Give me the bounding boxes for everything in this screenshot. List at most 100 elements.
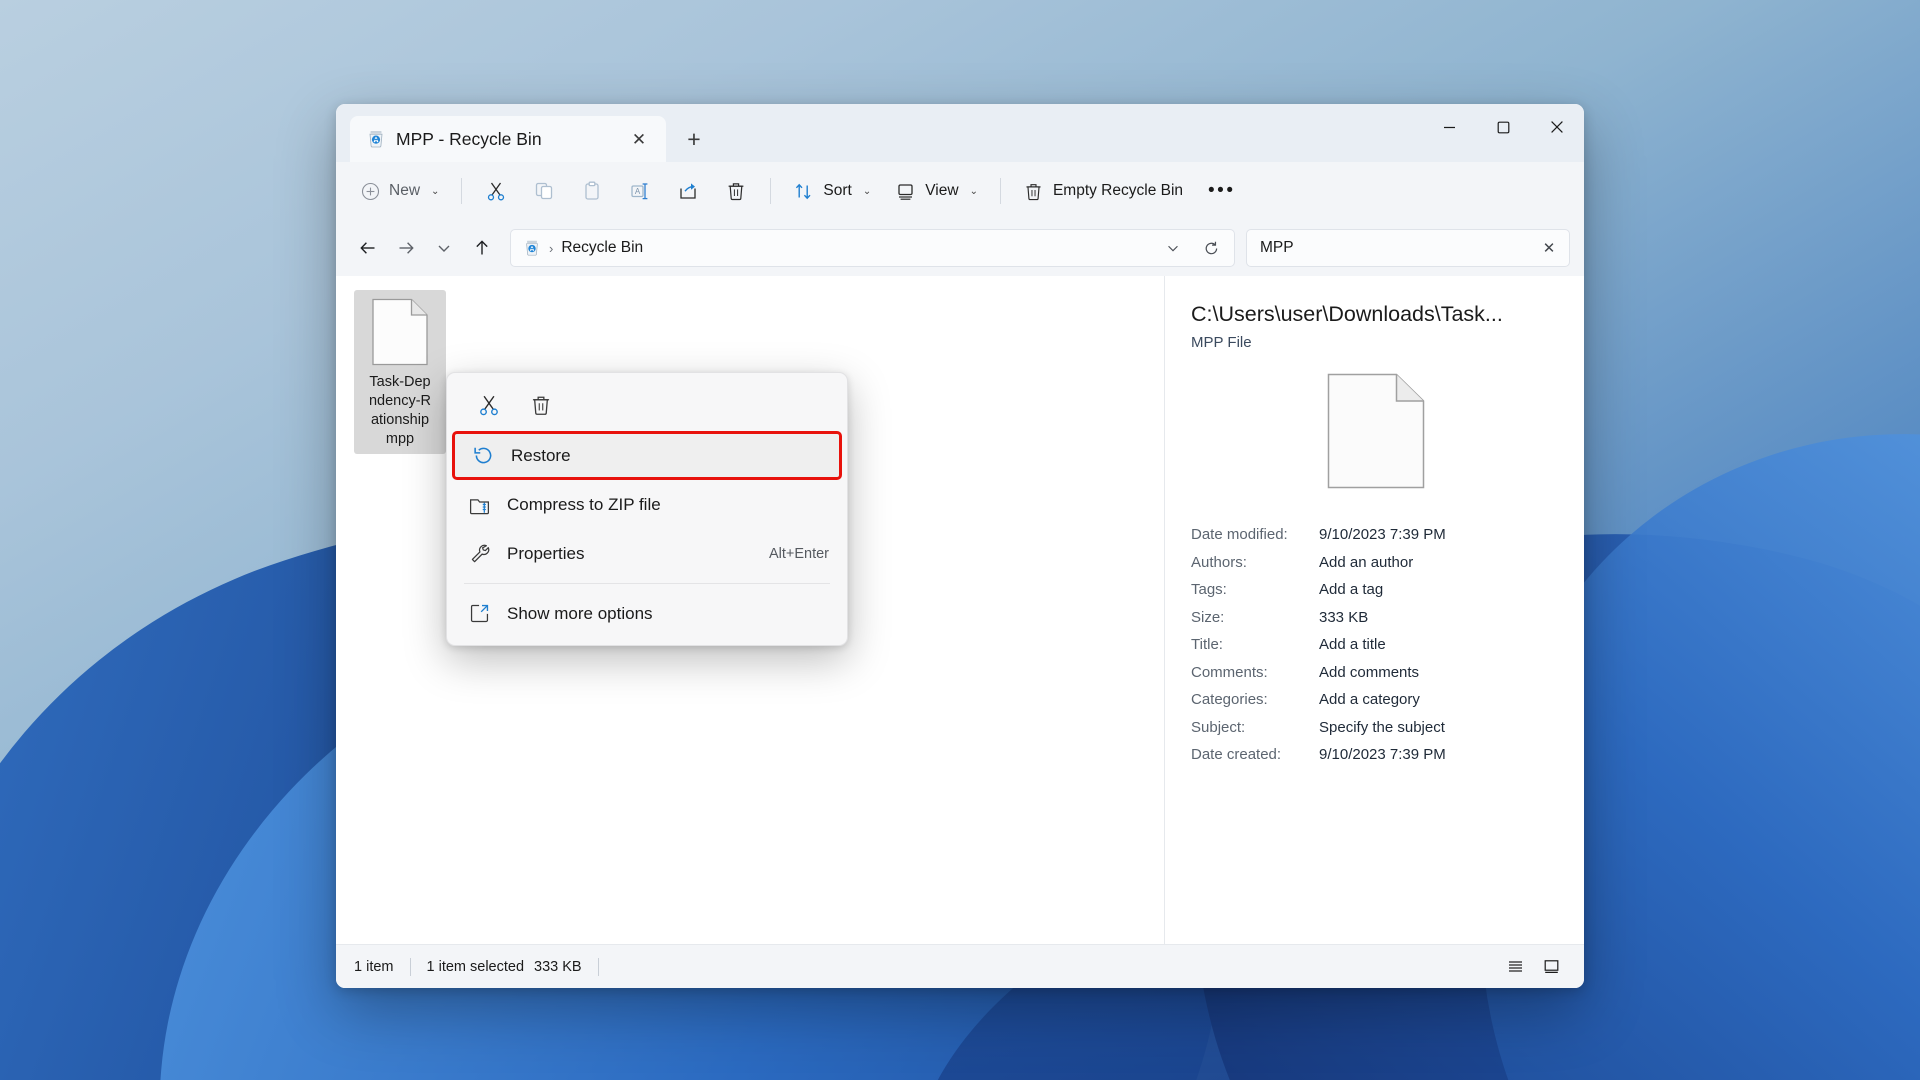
ellipsis-icon: ••• — [1208, 180, 1236, 202]
up-arrow-icon — [476, 240, 488, 255]
context-menu-item-restore[interactable]: Restore — [452, 431, 842, 480]
chevron-down-icon: ⌄ — [431, 185, 440, 197]
copy-icon — [536, 182, 553, 200]
maximize-button[interactable] — [1476, 104, 1530, 150]
context-menu-item-show-more-options[interactable]: Show more options — [451, 589, 843, 638]
refresh-button[interactable] — [1196, 233, 1226, 263]
search-clear-button[interactable]: ✕ — [1535, 234, 1563, 262]
refresh-icon — [1205, 241, 1217, 254]
view-toggle-group — [1500, 952, 1566, 982]
details-value[interactable]: Add comments — [1319, 659, 1419, 687]
search-box[interactable]: MPP ✕ — [1246, 229, 1570, 267]
tab-close-button[interactable]: ✕ — [624, 124, 654, 154]
cut-icon — [480, 395, 498, 416]
cut-button[interactable] — [473, 171, 519, 211]
empty-recycle-bin-label: Empty Recycle Bin — [1052, 182, 1184, 199]
details-view-button[interactable] — [1500, 952, 1530, 982]
command-bar: New ⌄ A Sort ⌄ View ⌄ Empty Recycle Bin … — [336, 162, 1584, 220]
details-view-icon — [1508, 961, 1522, 972]
details-key: Tags: — [1191, 581, 1227, 598]
trash-icon — [1026, 183, 1041, 200]
tab-strip: MPP - Recycle Bin ✕ + — [336, 104, 712, 162]
empty-recycle-bin-button[interactable]: Empty Recycle Bin — [1012, 171, 1194, 211]
sort-button-label: Sort — [823, 182, 852, 199]
file-label-line-3: ationship — [370, 411, 430, 428]
restore-icon — [471, 444, 495, 467]
new-button[interactable]: New ⌄ — [350, 171, 450, 211]
details-value: 9/10/2023 7:39 PM — [1319, 746, 1446, 763]
sort-icon — [796, 183, 811, 199]
window-caption-buttons — [1422, 104, 1584, 150]
wrench-icon — [467, 542, 491, 565]
large-icons-view-button[interactable] — [1536, 952, 1566, 982]
details-row: Title: Add a title — [1191, 631, 1560, 659]
chevron-down-icon — [438, 245, 450, 252]
plus-circle-icon — [361, 182, 380, 200]
svg-text:A: A — [635, 187, 641, 196]
address-dropdown-button[interactable] — [1158, 233, 1188, 263]
paste-icon — [585, 181, 600, 200]
details-value[interactable]: Add a title — [1319, 631, 1386, 659]
context-cut-button[interactable] — [463, 384, 515, 426]
status-selection-size: 333 KB — [534, 958, 582, 975]
context-delete-button[interactable] — [515, 384, 567, 426]
recent-locations-button[interactable] — [426, 230, 462, 266]
context-menu-item-label: Compress to ZIP file — [507, 494, 661, 514]
view-button[interactable]: View ⌄ — [884, 171, 989, 211]
details-metadata-list: Date modified: 9/10/2023 7:39 PM Authors… — [1191, 521, 1560, 769]
file-item-task-dependency[interactable]: Task-Dep ndency-R ationship mpp — [354, 290, 446, 455]
delete-button[interactable] — [713, 171, 759, 211]
up-button[interactable] — [464, 230, 500, 266]
rename-button[interactable]: A — [617, 171, 663, 211]
new-button-label: New — [389, 182, 421, 199]
close-button[interactable] — [1530, 104, 1584, 150]
details-key: Subject: — [1191, 718, 1246, 736]
file-label-line-2: ndency-R — [368, 392, 432, 409]
breadcrumb-recycle-bin[interactable]: Recycle Bin — [561, 239, 1150, 257]
tab-title: MPP - Recycle Bin — [396, 128, 542, 149]
details-row: Subject: Specify the subject — [1191, 714, 1560, 742]
details-row: Date modified: 9/10/2023 7:39 PM — [1191, 521, 1560, 549]
context-menu-item-label: Restore — [511, 445, 571, 465]
more-options-button[interactable]: ••• — [1196, 171, 1247, 211]
rename-icon: A — [631, 183, 648, 200]
tab-recycle-bin[interactable]: MPP - Recycle Bin ✕ — [350, 116, 666, 162]
view-button-label: View — [925, 182, 959, 199]
forward-arrow-icon — [399, 242, 414, 254]
details-row: Date created: 9/10/2023 7:39 PM — [1191, 741, 1560, 769]
file-label-line-4: mpp — [385, 430, 415, 447]
copy-button[interactable] — [521, 171, 567, 211]
search-input[interactable]: MPP — [1260, 239, 1535, 257]
details-value[interactable]: Add an author — [1319, 549, 1413, 577]
details-value: 333 KB — [1319, 608, 1369, 626]
address-bar[interactable]: › Recycle Bin — [510, 229, 1235, 267]
details-value[interactable]: Specify the subject — [1319, 714, 1445, 742]
context-menu-item-compress[interactable]: Compress to ZIP file — [451, 480, 843, 529]
context-menu-item-accelerator: Alt+Enter — [768, 545, 829, 562]
context-menu-item-properties[interactable]: Properties Alt+Enter — [451, 529, 843, 578]
chevron-down-icon: ⌄ — [969, 185, 978, 197]
trash-icon — [532, 396, 550, 415]
sort-button[interactable]: Sort ⌄ — [782, 171, 882, 211]
chevron-down-icon: ⌄ — [862, 185, 872, 197]
back-button[interactable] — [350, 230, 386, 266]
paste-button[interactable] — [569, 171, 615, 211]
title-bar: MPP - Recycle Bin ✕ + — [336, 104, 1584, 162]
status-selection: 1 item selected — [426, 958, 525, 975]
trash-icon — [729, 183, 744, 201]
details-row: Comments: Add comments — [1191, 659, 1560, 687]
toolbar-divider-3 — [999, 178, 1001, 204]
share-button[interactable] — [665, 171, 711, 211]
forward-button[interactable] — [388, 230, 424, 266]
new-tab-button[interactable]: + — [676, 121, 712, 157]
details-file-path: C:\Users\user\Downloads\Task... — [1191, 302, 1503, 326]
details-value[interactable]: Add a tag — [1319, 576, 1383, 604]
recycle-bin-icon — [366, 129, 386, 149]
cut-icon — [488, 182, 505, 201]
context-menu-item-label: Properties — [507, 543, 585, 563]
status-item-count: 1 item — [354, 958, 394, 975]
toolbar-divider-2 — [770, 178, 772, 204]
share-icon — [680, 183, 697, 199]
minimize-button[interactable] — [1422, 104, 1476, 150]
details-value[interactable]: Add a category — [1319, 686, 1420, 714]
